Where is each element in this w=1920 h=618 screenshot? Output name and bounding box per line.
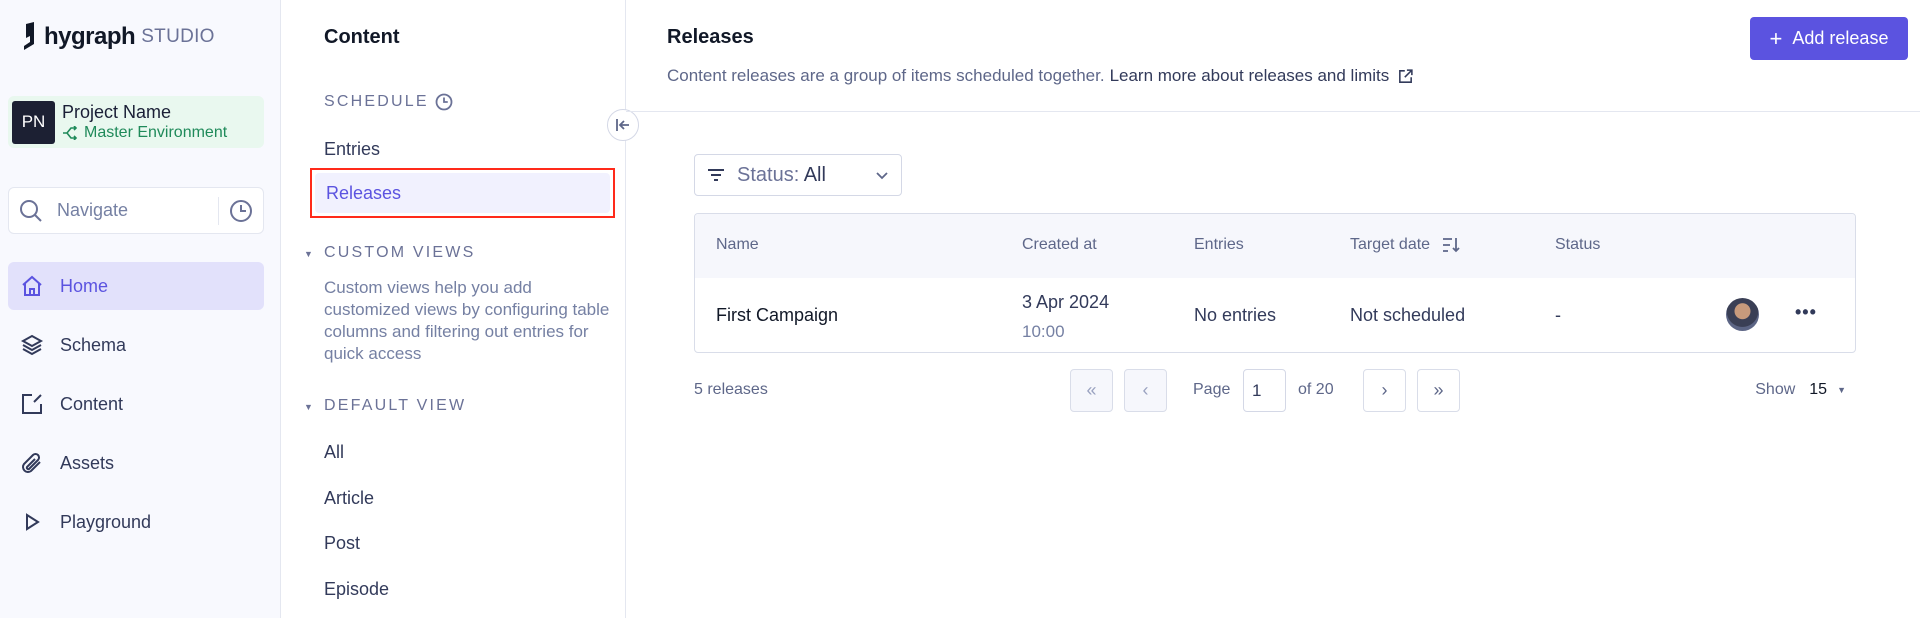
sidebar-title: Content (324, 26, 400, 48)
project-switcher[interactable]: PN Project Name Master Environment (8, 96, 264, 148)
nav-item-label: Home (60, 275, 109, 296)
created-date: 3 Apr 2024 (1022, 292, 1110, 312)
paperclip-icon (19, 450, 45, 476)
clock-icon (435, 93, 453, 111)
status-value: - (1555, 305, 1561, 325)
page-size-selector[interactable]: Show 15 ▼ (1755, 381, 1846, 399)
entries-value: No entries (1194, 305, 1277, 325)
filter-icon (708, 169, 724, 181)
page-label: Page (1193, 381, 1231, 398)
column-target-date[interactable]: Target date (1350, 236, 1460, 254)
caret-down-icon[interactable]: ▼ (304, 402, 313, 412)
edit-icon (19, 391, 45, 417)
prev-page-button[interactable]: ‹ (1124, 369, 1167, 412)
release-count: 5 releases (694, 381, 768, 398)
home-icon (19, 273, 45, 299)
created-time: 10:00 (1022, 322, 1065, 341)
target-date-value: Not scheduled (1350, 305, 1466, 325)
first-page-button[interactable]: « (1070, 369, 1113, 412)
column-created-at: Created at (1022, 236, 1097, 253)
next-page-button[interactable]: › (1363, 369, 1406, 412)
page-number-input[interactable] (1243, 369, 1286, 412)
divider (218, 196, 219, 225)
learn-more-link[interactable]: Learn more about releases and limits (1110, 66, 1390, 86)
double-chevron-left-icon: « (1086, 380, 1097, 400)
caret-down-icon: ▼ (1837, 385, 1846, 395)
content-sidebar: Content SCHEDULE Entries Releases ▼ CUST… (282, 0, 626, 618)
brand-product: STUDIO (141, 26, 215, 47)
table-row[interactable]: First Campaign 3 Apr 2024 10:00 No entri… (695, 278, 1855, 352)
nav-item-schema[interactable]: Schema (8, 321, 264, 369)
layers-icon (19, 332, 45, 358)
play-icon (19, 509, 45, 535)
nav-item-assets[interactable]: Assets (8, 439, 264, 487)
add-release-label: Add release (1792, 28, 1889, 48)
show-value: 15 (1809, 381, 1828, 398)
hygraph-logo-icon (24, 22, 34, 50)
custom-views-description: Custom views help you add customized vie… (324, 278, 610, 363)
sidebar-item-episode[interactable]: Episode (324, 579, 389, 600)
show-label: Show (1755, 381, 1796, 398)
status-filter-dropdown[interactable]: Status: All (694, 154, 902, 196)
column-status: Status (1555, 236, 1601, 253)
releases-table: Name Created at Entries Target date Stat… (694, 213, 1856, 353)
environment-name: Master Environment (84, 124, 228, 141)
caret-down-icon[interactable]: ▼ (304, 249, 313, 259)
sort-icon[interactable] (1442, 237, 1460, 253)
plus-icon: + (1769, 25, 1783, 51)
sidebar-item-releases-label: Releases (315, 173, 610, 213)
project-avatar: PN (12, 100, 55, 144)
last-page-button[interactable]: » (1417, 369, 1460, 412)
description-text: Content releases are a group of items sc… (667, 66, 1105, 85)
history-icon[interactable] (229, 199, 253, 223)
nav-item-playground[interactable]: Playground (8, 498, 264, 546)
nav-item-label: Assets (60, 452, 115, 473)
chevron-right-icon: › (1381, 380, 1388, 400)
logo[interactable]: hygraph STUDIO (20, 22, 215, 52)
page-title: Releases (667, 26, 754, 48)
page-header: Releases Content releases are a group of… (626, 0, 1920, 112)
schedule-label: SCHEDULE (324, 93, 429, 110)
table-header: Name Created at Entries Target date Stat… (695, 214, 1855, 278)
user-avatar (1726, 298, 1759, 331)
sidebar-item-post[interactable]: Post (324, 533, 360, 554)
nav-item-label: Playground (60, 511, 152, 532)
column-name: Name (716, 236, 759, 253)
sidebar-item-all[interactable]: All (324, 442, 344, 463)
nav-item-label: Content (60, 393, 124, 414)
filter-value: All (803, 163, 826, 186)
column-target-date-label: Target date (1350, 236, 1431, 253)
custom-views-section-label[interactable]: CUSTOM VIEWS (324, 244, 475, 262)
column-entries: Entries (1194, 236, 1244, 253)
project-name: Project Name (62, 102, 172, 122)
more-options-icon[interactable]: ••• (1795, 302, 1817, 323)
sidebar-item-article[interactable]: Article (324, 488, 374, 509)
page-description: Content releases are a group of items sc… (667, 66, 1414, 86)
navigate-search[interactable]: Navigate (8, 187, 264, 234)
status-filter-label: Status: All (737, 164, 875, 187)
pagination-bar: 5 releases « ‹ Page of 20 › » Show 15 ▼ (694, 369, 1856, 413)
add-release-button[interactable]: + Add release (1750, 17, 1908, 60)
external-link-icon[interactable] (1397, 68, 1414, 85)
environment: Master Environment (62, 123, 227, 143)
filter-prefix: Status: (737, 163, 800, 186)
search-icon (20, 199, 42, 222)
release-name[interactable]: First Campaign (716, 305, 838, 326)
main-nav: hygraph STUDIO PN Project Name Master En… (0, 0, 281, 618)
sidebar-item-entries[interactable]: Entries (324, 139, 380, 160)
default-view-section-label[interactable]: DEFAULT VIEW (324, 397, 466, 415)
sidebar-item-releases[interactable]: Releases (310, 168, 615, 218)
nav-item-content[interactable]: Content (8, 380, 264, 428)
page-total: of 20 (1298, 381, 1334, 398)
chevron-down-icon (876, 172, 888, 180)
double-chevron-right-icon: » (1433, 380, 1444, 400)
chevron-left-icon: ‹ (1142, 380, 1149, 400)
navigate-placeholder: Navigate (57, 200, 129, 220)
schedule-section-label: SCHEDULE (324, 93, 453, 111)
brand-name: hygraph (44, 23, 136, 50)
branch-icon (63, 126, 78, 140)
nav-item-home[interactable]: Home (8, 262, 264, 310)
main-panel: Releases Content releases are a group of… (626, 0, 1920, 618)
nav-item-label: Schema (60, 334, 127, 355)
